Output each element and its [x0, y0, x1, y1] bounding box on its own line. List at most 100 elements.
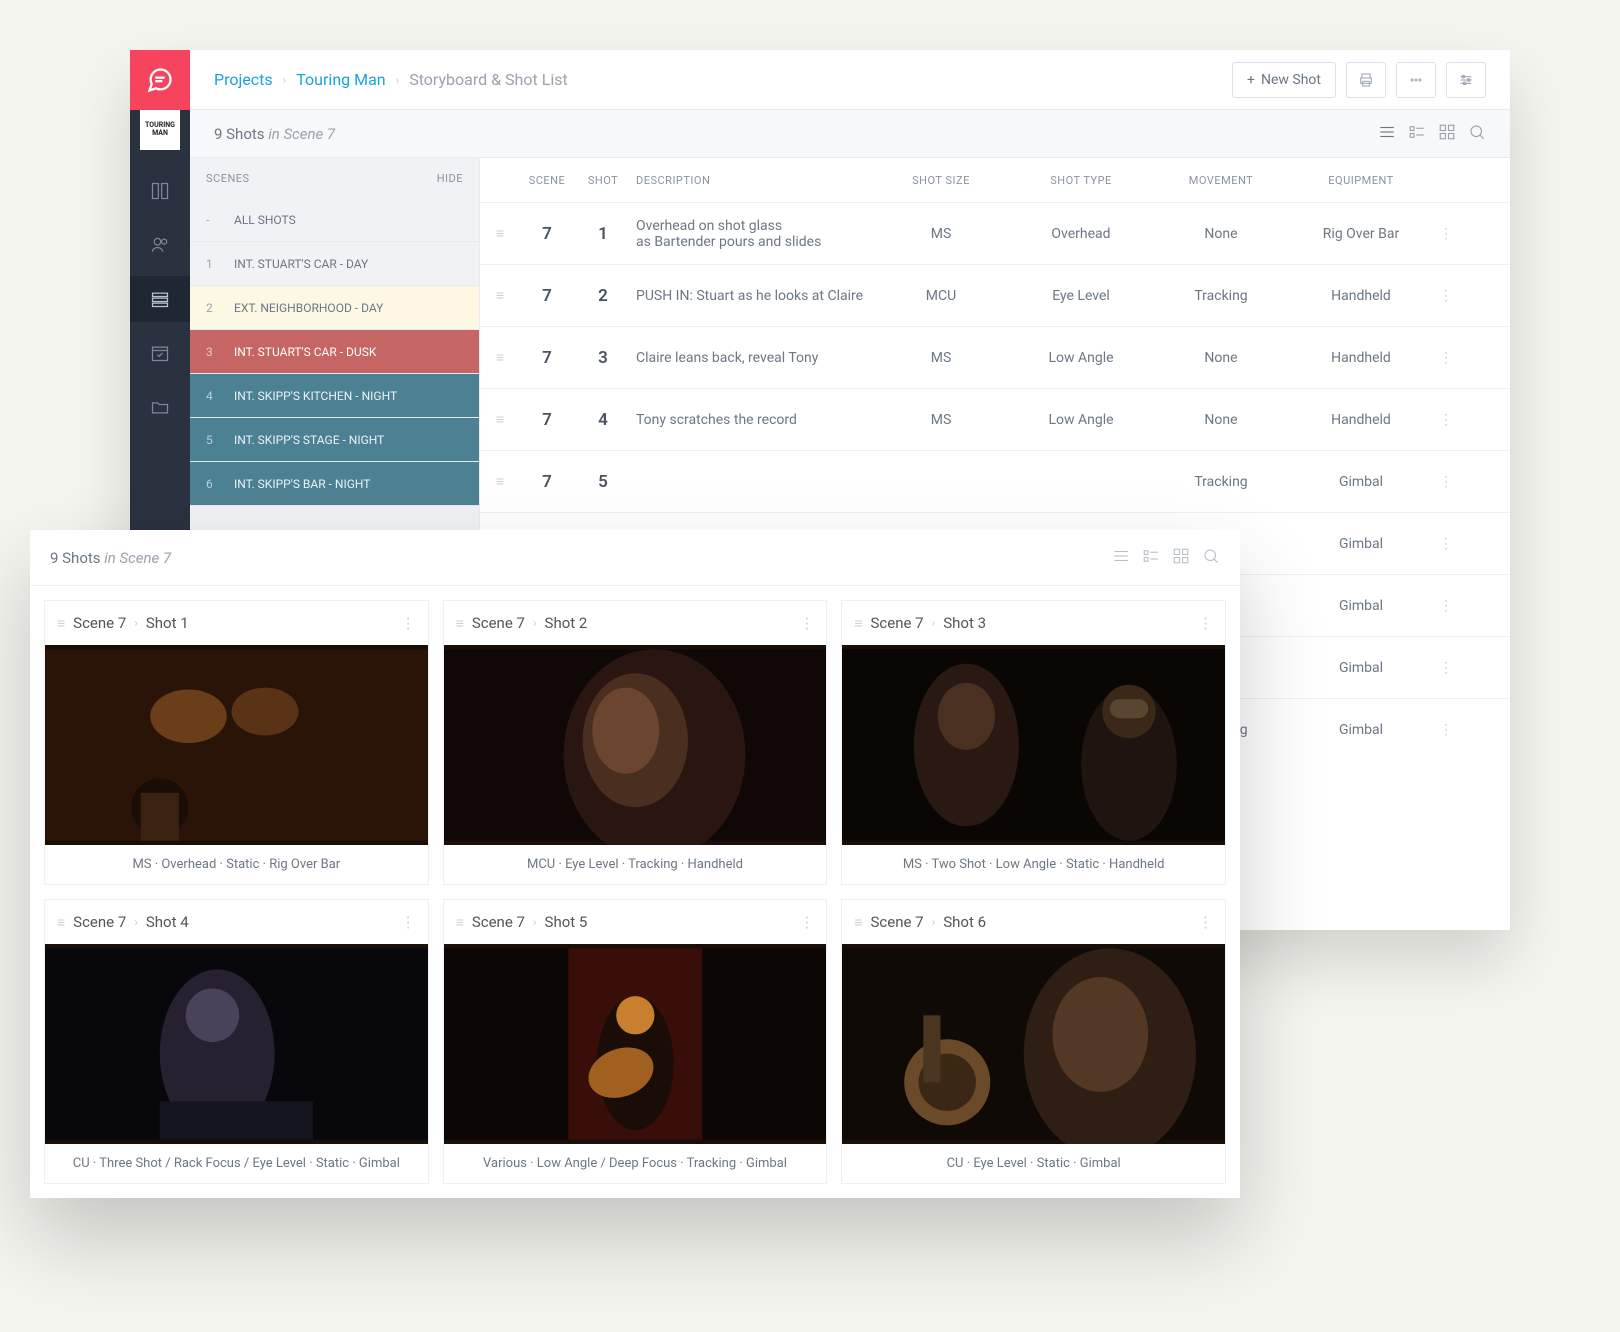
row-menu-icon[interactable]: ⋮ — [1436, 536, 1466, 552]
card-shot: Shot 5 — [545, 913, 588, 931]
search-icon[interactable] — [1202, 547, 1220, 569]
cell-equipment: Handheld — [1296, 412, 1436, 428]
drag-handle-icon[interactable]: ≡ — [57, 914, 65, 931]
project-thumbnail[interactable]: TOURING MAN — [140, 110, 180, 150]
row-menu-icon[interactable]: ⋮ — [1436, 722, 1466, 738]
chevron-icon: › — [533, 616, 537, 630]
print-button[interactable] — [1346, 62, 1386, 98]
card-shot: Shot 6 — [943, 913, 986, 931]
cell-equipment: Gimbal — [1296, 474, 1436, 490]
new-shot-button[interactable]: +New Shot — [1232, 62, 1336, 98]
row-menu-icon[interactable]: ⋮ — [1436, 412, 1466, 428]
storyboard-card[interactable]: ≡ Scene 7 › Shot 6 ⋮ CU · Eye Level · St… — [841, 899, 1226, 1184]
row-menu-icon[interactable]: ⋮ — [1436, 288, 1466, 304]
card-menu-icon[interactable]: ⋮ — [799, 614, 814, 632]
scene-name: INT. STUART'S CAR - DUSK — [234, 345, 376, 359]
search-icon[interactable] — [1468, 123, 1486, 145]
view-list-icon[interactable] — [1112, 547, 1130, 569]
topbar: Projects › Touring Man › Storyboard & Sh… — [190, 50, 1510, 110]
crumb-project[interactable]: Touring Man — [296, 70, 385, 89]
card-menu-icon[interactable]: ⋮ — [1198, 614, 1213, 632]
nav-people[interactable] — [130, 222, 190, 268]
drag-handle-icon[interactable]: ≡ — [496, 287, 524, 304]
row-menu-icon[interactable]: ⋮ — [1436, 598, 1466, 614]
table-row[interactable]: ≡ 7 3 Claire leans back, reveal Tony MS … — [480, 326, 1510, 388]
scene-number: - — [206, 213, 218, 227]
row-menu-icon[interactable]: ⋮ — [1436, 350, 1466, 366]
card-menu-icon[interactable]: ⋮ — [401, 913, 416, 931]
brand-logo[interactable] — [130, 50, 190, 110]
scene-row[interactable]: 4INT. SKIPP'S KITCHEN - NIGHT — [190, 374, 479, 418]
scene-row[interactable]: 1INT. STUART'S CAR - DAY — [190, 242, 479, 286]
cell-equipment: Gimbal — [1296, 660, 1436, 676]
cell-size: MS — [876, 226, 1016, 242]
drag-handle-icon[interactable]: ≡ — [496, 349, 524, 366]
scene-row[interactable]: 2EXT. NEIGHBORHOOD - DAY — [190, 286, 479, 330]
card-thumbnail — [842, 645, 1225, 845]
cell-equipment: Gimbal — [1296, 536, 1436, 552]
nav-boards[interactable] — [130, 168, 190, 214]
card-shot: Shot 3 — [943, 614, 986, 632]
table-row[interactable]: ≡ 7 1 Overhead on shot glassas Bartender… — [480, 202, 1510, 264]
table-row[interactable]: ≡ 7 5 Tracking Gimbal ⋮ — [480, 450, 1510, 512]
storyboard-card[interactable]: ≡ Scene 7 › Shot 5 ⋮ Various · Low Angle… — [443, 899, 828, 1184]
card-thumbnail — [444, 944, 827, 1144]
scene-row[interactable]: 6INT. SKIPP'S BAR - NIGHT — [190, 462, 479, 506]
view-compact-icon[interactable] — [1142, 547, 1160, 569]
storyboard-card[interactable]: ≡ Scene 7 › Shot 1 ⋮ MS · Overhead · Sta… — [44, 600, 429, 885]
card-meta: MCU · Eye Level · Tracking · Handheld — [444, 845, 827, 884]
chevron-icon: › — [283, 73, 287, 87]
card-scene: Scene 7 — [472, 913, 525, 931]
drag-handle-icon[interactable]: ≡ — [496, 225, 524, 242]
card-menu-icon[interactable]: ⋮ — [799, 913, 814, 931]
cell-shot: 3 — [580, 348, 636, 368]
nav-shotlist[interactable] — [130, 276, 190, 322]
crumb-projects[interactable]: Projects — [214, 70, 273, 89]
table-row[interactable]: ≡ 7 4 Tony scratches the record MS Low A… — [480, 388, 1510, 450]
card-menu-icon[interactable]: ⋮ — [401, 614, 416, 632]
settings-button[interactable] — [1446, 62, 1486, 98]
nav-files[interactable] — [130, 384, 190, 430]
drag-handle-icon[interactable]: ≡ — [456, 615, 464, 632]
chevron-icon: › — [932, 616, 936, 630]
storyboard-card[interactable]: ≡ Scene 7 › Shot 3 ⋮ MS · Two Shot · Low… — [841, 600, 1226, 885]
card-scene: Scene 7 — [871, 614, 924, 632]
drag-handle-icon[interactable]: ≡ — [57, 615, 65, 632]
scene-row[interactable]: -ALL SHOTS — [190, 198, 479, 242]
cell-equipment: Rig Over Bar — [1296, 226, 1436, 242]
view-grid-icon[interactable] — [1438, 123, 1456, 145]
drag-handle-icon[interactable]: ≡ — [854, 615, 862, 632]
drag-handle-icon[interactable]: ≡ — [496, 473, 524, 490]
cell-size: MS — [876, 412, 1016, 428]
cell-description: Tony scratches the record — [636, 412, 876, 428]
scene-row[interactable]: 5INT. SKIPP'S STAGE - NIGHT — [190, 418, 479, 462]
card-thumbnail — [444, 645, 827, 845]
nav-calendar[interactable] — [130, 330, 190, 376]
drag-handle-icon[interactable]: ≡ — [496, 411, 524, 428]
subbar: 9 Shots in Scene 7 — [190, 110, 1510, 158]
row-menu-icon[interactable]: ⋮ — [1436, 474, 1466, 490]
table-row[interactable]: ≡ 7 2 PUSH IN: Stuart as he looks at Cla… — [480, 264, 1510, 326]
cell-scene: 7 — [524, 472, 580, 492]
view-compact-icon[interactable] — [1408, 123, 1426, 145]
storyboard-card[interactable]: ≡ Scene 7 › Shot 2 ⋮ MCU · Eye Level · T… — [443, 600, 828, 885]
storyboard-card[interactable]: ≡ Scene 7 › Shot 4 ⋮ CU · Three Shot / R… — [44, 899, 429, 1184]
row-menu-icon[interactable]: ⋮ — [1436, 226, 1466, 242]
scene-number: 4 — [206, 389, 218, 403]
more-button[interactable] — [1396, 62, 1436, 98]
scene-row[interactable]: 3INT. STUART'S CAR - DUSK — [190, 330, 479, 374]
card-meta: MS · Two Shot · Low Angle · Static · Han… — [842, 845, 1225, 884]
cell-description: Overhead on shot glassas Bartender pours… — [636, 218, 876, 250]
row-menu-icon[interactable]: ⋮ — [1436, 660, 1466, 676]
card-thumbnail — [842, 944, 1225, 1144]
chevron-icon: › — [396, 73, 400, 87]
scenes-hide-button[interactable]: HIDE — [437, 172, 463, 185]
card-menu-icon[interactable]: ⋮ — [1198, 913, 1213, 931]
cell-movement: Tracking — [1156, 474, 1296, 490]
view-grid-icon[interactable] — [1172, 547, 1190, 569]
drag-handle-icon[interactable]: ≡ — [456, 914, 464, 931]
card-meta: MS · Overhead · Static · Rig Over Bar — [45, 845, 428, 884]
drag-handle-icon[interactable]: ≡ — [854, 914, 862, 931]
grid-shot-count: 9 Shots — [50, 549, 101, 567]
view-list-icon[interactable] — [1378, 123, 1396, 145]
